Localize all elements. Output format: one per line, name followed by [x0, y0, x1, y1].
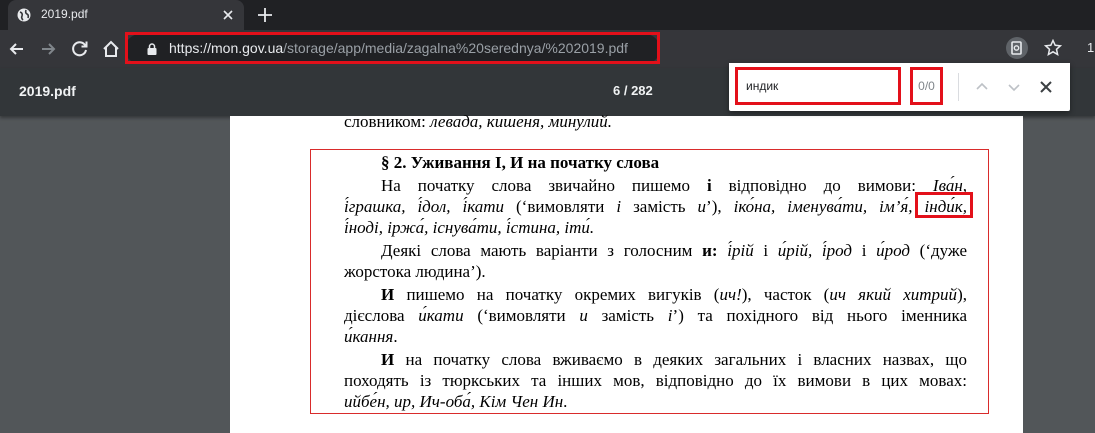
doc-line: і́ноді, іржа́, існува́ти, і́стина, іти́. [344, 218, 595, 237]
home-icon[interactable] [101, 39, 121, 59]
find-match-count: 0/0 [910, 67, 943, 105]
close-icon[interactable] [220, 7, 236, 23]
tab-strip: 2019.pdf [0, 0, 1095, 30]
pdf-page: словником: левада, кишеня, минулий. § 2.… [230, 112, 1023, 433]
forward-arrow-icon[interactable] [38, 39, 58, 59]
doc-line: ийбе́н, ир, Ич-оба́, Кім Чен Ин. [344, 392, 568, 411]
doc-line: И пишемо на початку окремих вигуків (ич!… [381, 285, 967, 304]
chevron-down-icon[interactable] [1004, 77, 1024, 97]
chevron-up-icon[interactable] [972, 77, 992, 97]
tab-title: 2019.pdf [41, 7, 88, 21]
address-bar-highlight [125, 32, 660, 64]
globe-icon [17, 8, 31, 22]
doc-line: Деякі слова мають варіанти з голосним и:… [381, 241, 967, 260]
doc-line: походять із тюркських та інших мов, відп… [344, 371, 967, 390]
find-divider [958, 73, 959, 101]
search-hit-highlight [915, 192, 973, 218]
bookmark-star-icon[interactable] [1044, 39, 1062, 57]
doc-line: На початку слова звичайно пишемо і відпо… [381, 176, 968, 195]
pdf-viewer-extension-icon[interactable] [1006, 37, 1028, 59]
find-input[interactable] [744, 70, 898, 102]
doc-line: дієслова и́кати (‘вимовляти и замість і’… [344, 306, 967, 325]
find-input-box [735, 67, 901, 105]
page-indicator[interactable]: 6 / 282 [613, 83, 653, 98]
tab-2019-pdf[interactable]: 2019.pdf [8, 0, 244, 30]
reload-icon[interactable] [70, 39, 90, 59]
new-tab-icon[interactable] [256, 6, 274, 24]
back-arrow-icon[interactable] [7, 39, 27, 59]
doc-line: И на початку слова вживаємо в деяких заг… [381, 350, 967, 369]
section-heading: § 2. Уживання І, И на початку слова [381, 153, 660, 172]
doc-line: і́грашка, і́дол, і́кати (‘вимовляти і за… [344, 197, 967, 216]
doc-line: и́кання. [344, 327, 398, 346]
pdf-title: 2019.pdf [19, 83, 76, 99]
doc-line: жорстока людина’). [344, 262, 486, 281]
close-icon[interactable] [1036, 77, 1056, 97]
doc-top-line: словником: левада, кишеня, минулий. [344, 112, 613, 131]
find-bar: 0/0 [729, 63, 1070, 111]
toolbar-partial-item[interactable]: 1 [1087, 40, 1094, 55]
